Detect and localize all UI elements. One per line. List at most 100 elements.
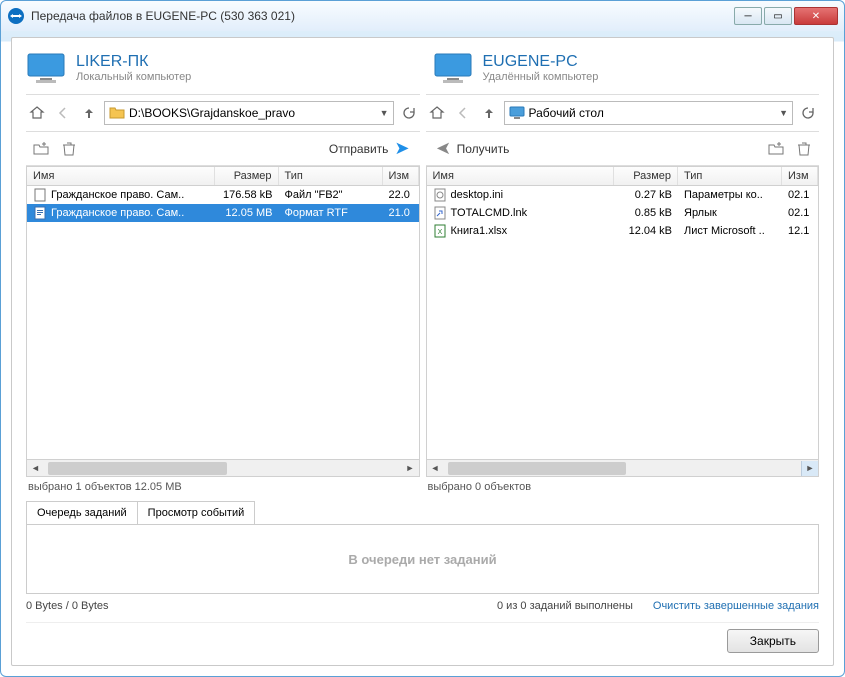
file-type: Файл "FB2"	[279, 189, 383, 201]
table-row[interactable]: desktop.ini0.27 kBПараметры ко..02.1	[427, 186, 819, 204]
remote-file-list[interactable]: desktop.ini0.27 kBПараметры ко..02.1TOTA…	[426, 186, 820, 460]
new-folder-icon[interactable]	[30, 138, 52, 160]
remote-selection-status: выбрано 0 объектов	[426, 477, 820, 501]
dropdown-icon[interactable]: ▼	[380, 108, 389, 118]
teamviewer-icon	[7, 7, 25, 25]
up-icon[interactable]	[478, 102, 500, 124]
local-file-pane: Имя Размер Тип Изм Гражданское право. Са…	[26, 166, 420, 501]
maximize-button[interactable]: ▭	[764, 7, 792, 25]
local-scrollbar[interactable]: ◄ ►	[26, 460, 420, 477]
file-name: TOTALCMD.lnk	[451, 207, 528, 219]
file-name: Книга1.xlsx	[451, 225, 508, 237]
file-size: 0.85 kB	[614, 207, 678, 219]
tab-queue[interactable]: Очередь заданий	[26, 501, 138, 525]
tab-events[interactable]: Просмотр событий	[138, 501, 256, 525]
file-icon: X	[433, 224, 447, 238]
window-title: Передача файлов в EUGENE-PC (530 363 021…	[31, 9, 732, 23]
local-path-text: D:\BOOKS\Grajdanskoe_pravo	[129, 106, 295, 120]
col-date[interactable]: Изм	[782, 167, 818, 185]
col-type[interactable]: Тип	[678, 167, 782, 185]
remote-scrollbar[interactable]: ◄ ►	[426, 460, 820, 477]
file-icon	[433, 206, 447, 220]
table-row[interactable]: Гражданское право. Сам.. 12.05 MBФормат R…	[27, 204, 419, 222]
send-label: Отправить	[329, 142, 389, 156]
remote-path-text: Рабочий стол	[529, 106, 604, 120]
file-type: Лист Microsoft ..	[678, 225, 782, 237]
file-name: desktop.ini	[451, 189, 504, 201]
remote-file-pane: Имя Размер Тип Изм desktop.ini0.27 kBПар…	[426, 166, 820, 501]
file-date: 21.0	[383, 207, 419, 219]
receive-button[interactable]: ➤ Получить	[430, 136, 516, 161]
local-column-headers[interactable]: Имя Размер Тип Изм	[26, 166, 420, 186]
scroll-left-icon[interactable]: ◄	[427, 461, 444, 476]
new-folder-icon[interactable]	[765, 138, 787, 160]
table-row[interactable]: X Книга1.xlsx 12.04 kBЛист Microsoft ..12.…	[427, 222, 819, 240]
refresh-icon[interactable]	[398, 102, 420, 124]
minimize-button[interactable]: ─	[734, 7, 762, 25]
delete-icon[interactable]	[58, 138, 80, 160]
back-icon[interactable]	[52, 102, 74, 124]
col-size[interactable]: Размер	[614, 167, 678, 185]
scroll-right-icon[interactable]: ►	[801, 461, 818, 476]
remote-column-headers[interactable]: Имя Размер Тип Изм	[426, 166, 820, 186]
local-selection-status: выбрано 1 объектов 12.05 MB	[26, 477, 420, 501]
file-icon	[433, 188, 447, 202]
close-button[interactable]: Закрыть	[727, 629, 819, 653]
remote-path-input[interactable]: Рабочий стол ▼	[504, 101, 794, 125]
desktop-icon	[509, 105, 525, 121]
local-nav-bar: D:\BOOKS\Grajdanskoe_pravo ▼	[26, 94, 420, 131]
receive-label: Получить	[457, 142, 510, 156]
dropdown-icon[interactable]: ▼	[779, 108, 788, 118]
file-date: 02.1	[782, 189, 818, 201]
svg-text:X: X	[437, 229, 442, 236]
local-toolbar: Отправить ➤	[26, 131, 420, 166]
remote-nav-bar: Рабочий стол ▼	[426, 94, 820, 131]
file-size: 12.04 kB	[614, 225, 678, 237]
col-date[interactable]: Изм	[383, 167, 419, 185]
up-icon[interactable]	[78, 102, 100, 124]
file-size: 12.05 MB	[215, 207, 279, 219]
delete-icon[interactable]	[793, 138, 815, 160]
local-path-input[interactable]: D:\BOOKS\Grajdanskoe_pravo ▼	[104, 101, 394, 125]
remote-computer-header: EUGENE-PC Удалённый компьютер	[433, 50, 820, 94]
receive-arrow-icon: ➤	[436, 138, 451, 159]
table-row[interactable]: Гражданское право. Сам..176.58 kBФайл "F…	[27, 186, 419, 204]
folder-icon	[109, 105, 125, 121]
clear-completed-link[interactable]: Очистить завершенные задания	[653, 600, 819, 612]
file-transfer-window: Передача файлов в EUGENE-PC (530 363 021…	[0, 0, 845, 677]
local-subtitle: Локальный компьютер	[76, 71, 191, 83]
local-name: LIKER-ПК	[76, 53, 191, 71]
remote-toolbar: ➤ Получить	[426, 131, 820, 166]
file-type: Параметры ко..	[678, 189, 782, 201]
refresh-icon[interactable]	[797, 102, 819, 124]
queue-empty-text: В очереди нет заданий	[348, 552, 496, 567]
file-type: Ярлык	[678, 207, 782, 219]
home-icon[interactable]	[26, 102, 48, 124]
titlebar[interactable]: Передача файлов в EUGENE-PC (530 363 021…	[1, 1, 844, 31]
local-computer-header: LIKER-ПК Локальный компьютер	[26, 50, 413, 94]
file-date: 02.1	[782, 207, 818, 219]
scroll-thumb[interactable]	[48, 462, 227, 475]
scroll-right-icon[interactable]: ►	[402, 461, 419, 476]
file-date: 12.1	[782, 225, 818, 237]
file-name: Гражданское право. Сам..	[51, 189, 184, 201]
window-close-button[interactable]: ✕	[794, 7, 838, 25]
send-button[interactable]: Отправить ➤	[323, 136, 416, 161]
back-icon[interactable]	[452, 102, 474, 124]
col-name[interactable]: Имя	[27, 167, 215, 185]
local-file-list[interactable]: Гражданское право. Сам..176.58 kBФайл "F…	[26, 186, 420, 460]
file-name: Гражданское право. Сам..	[51, 207, 184, 219]
file-icon	[33, 188, 47, 202]
jobs-status: 0 из 0 заданий выполнены	[497, 600, 633, 612]
queue-panel: В очереди нет заданий	[26, 524, 819, 594]
scroll-thumb[interactable]	[448, 462, 627, 475]
scroll-left-icon[interactable]: ◄	[27, 461, 44, 476]
col-size[interactable]: Размер	[215, 167, 279, 185]
table-row[interactable]: TOTALCMD.lnk 0.85 kBЯрлык02.1	[427, 204, 819, 222]
col-type[interactable]: Тип	[279, 167, 383, 185]
send-arrow-icon: ➤	[394, 138, 409, 159]
file-type: Формат RTF	[279, 207, 383, 219]
bytes-status: 0 Bytes / 0 Bytes	[26, 600, 109, 612]
col-name[interactable]: Имя	[427, 167, 615, 185]
home-icon[interactable]	[426, 102, 448, 124]
